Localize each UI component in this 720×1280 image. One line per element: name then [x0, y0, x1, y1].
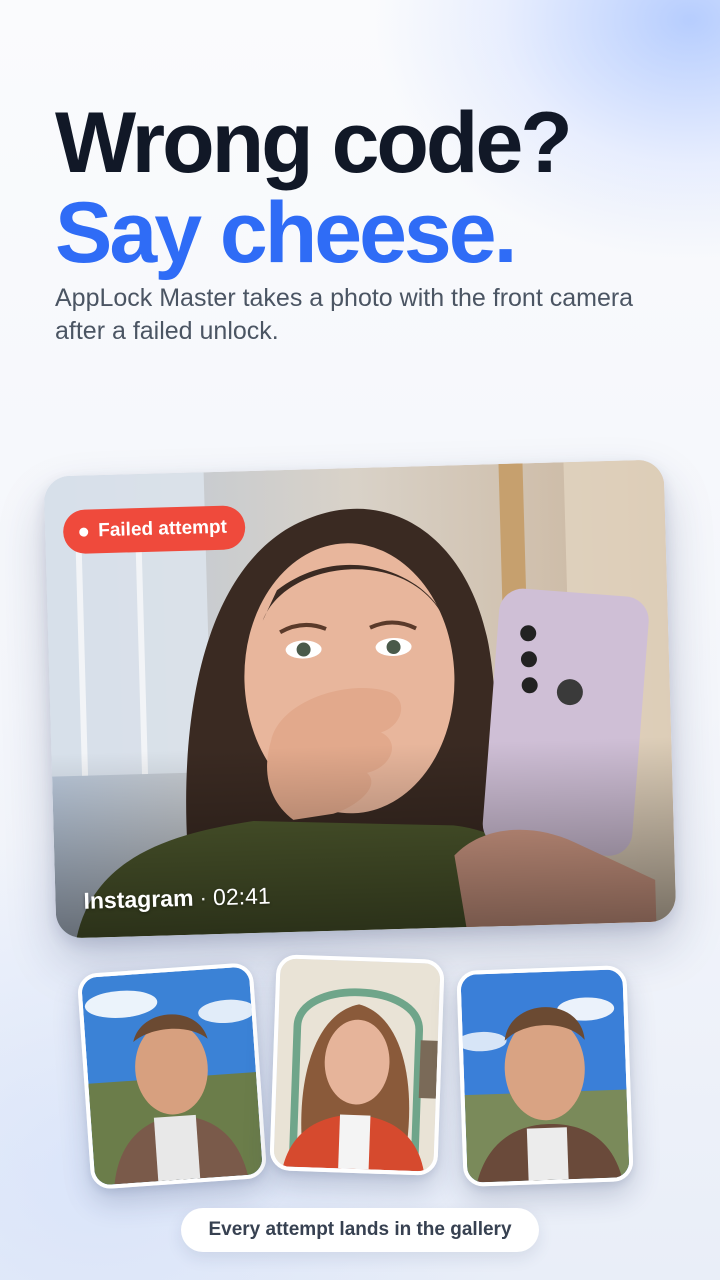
- subtitle: AppLock Master takes a photo with the fr…: [55, 284, 634, 345]
- attempt-meta: Instagram · 02:41: [83, 883, 271, 915]
- failed-attempt-badge: Failed attempt: [62, 505, 246, 555]
- meta-separator: ·: [199, 884, 208, 911]
- intruder-photo-card[interactable]: Failed attempt Instagram · 02:41: [43, 459, 677, 939]
- headline-line-2: Say cheese.: [55, 185, 517, 281]
- gallery-thumbnail[interactable]: [456, 965, 634, 1187]
- badge-label: Failed attempt: [97, 516, 228, 542]
- app-name: Instagram: [83, 884, 194, 914]
- status-dot-icon: [79, 527, 89, 537]
- thumbnail-photo-woman: [273, 958, 441, 1172]
- attempt-time: 02:41: [212, 882, 271, 911]
- thumbnail-photo-man: [80, 966, 264, 1186]
- headline: Wrong code? Say cheese.: [55, 98, 695, 278]
- headline-line-1: Wrong code?: [55, 95, 573, 191]
- gallery-thumbnail[interactable]: [76, 962, 268, 1190]
- gallery-thumbnail[interactable]: [269, 954, 445, 1176]
- gallery-caption: Every attempt lands in the gallery: [181, 1208, 539, 1252]
- thumbnail-photo-man: [460, 969, 630, 1183]
